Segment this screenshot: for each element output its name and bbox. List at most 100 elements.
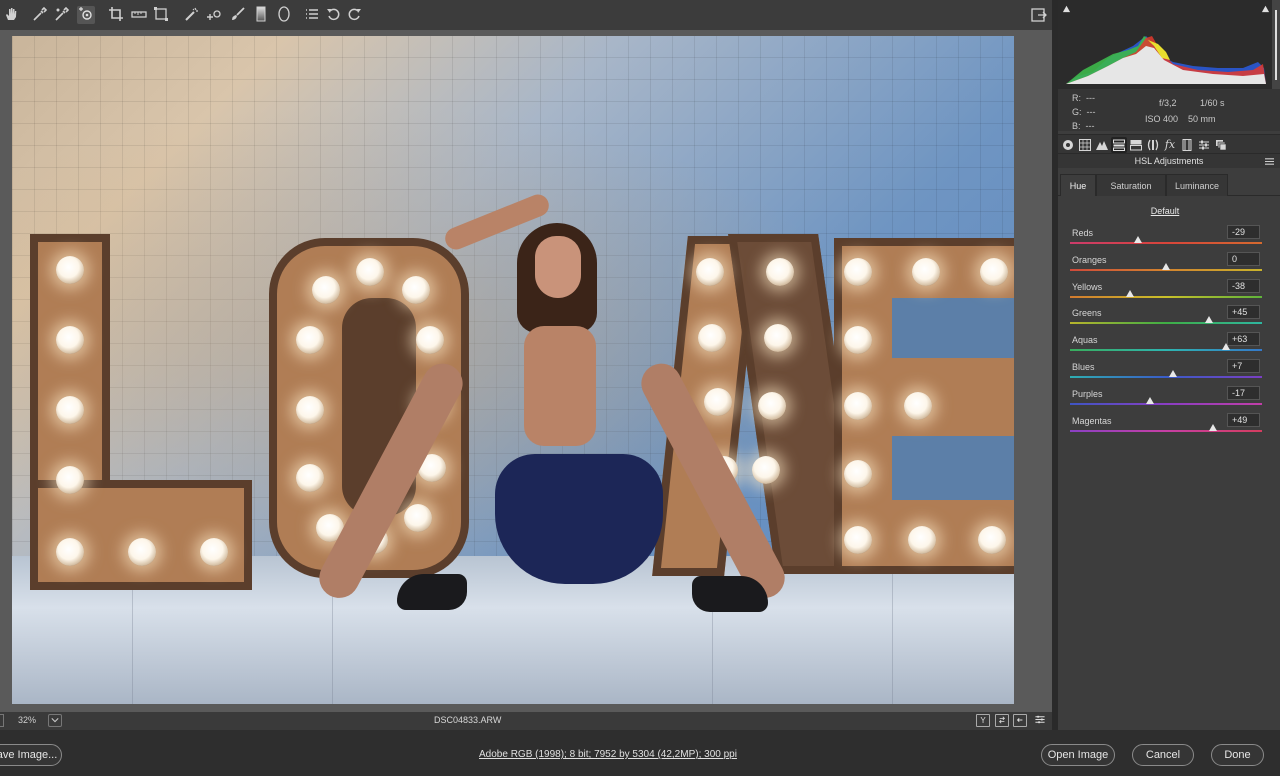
color-sampler-icon[interactable] <box>53 6 71 24</box>
zoom-level[interactable]: 32% <box>18 715 36 725</box>
bottom-bar: ave Image... Adobe RGB (1998); 8 bit; 79… <box>0 730 1280 776</box>
slider-value-input[interactable]: -29 <box>1227 225 1260 239</box>
tone-curve-icon[interactable] <box>1077 137 1093 153</box>
done-button[interactable]: Done <box>1211 744 1264 766</box>
g-readout: G: --- <box>1072 107 1096 117</box>
histogram-graph <box>1066 36 1266 84</box>
histogram-scroll-thumb[interactable] <box>1275 10 1277 80</box>
slider-label: Oranges <box>1072 254 1107 265</box>
radial-filter-icon[interactable] <box>275 6 293 24</box>
slider-value-input[interactable]: 0 <box>1227 251 1260 266</box>
r-readout: R: --- <box>1072 93 1096 103</box>
slider-thumb[interactable] <box>1205 316 1214 324</box>
slider-magentas: Magentas +49 <box>1058 412 1280 443</box>
slider-track[interactable] <box>1070 322 1262 325</box>
rotate-clockwise-icon[interactable] <box>345 6 363 24</box>
crop-icon[interactable] <box>107 6 125 24</box>
file-name: DSC04833.ARW <box>434 715 502 725</box>
presets-icon[interactable] <box>1196 137 1212 153</box>
copy-settings-icon[interactable] <box>1013 714 1027 727</box>
red-eye-icon[interactable] <box>205 6 223 24</box>
slider-label: Aquas <box>1072 335 1098 346</box>
hand-tool-icon[interactable] <box>2 6 20 24</box>
bulb <box>56 326 84 354</box>
hsl-panel-icon[interactable] <box>1111 137 1127 153</box>
targeted-adjustment-icon[interactable] <box>77 6 95 24</box>
model-dress <box>495 454 663 584</box>
slider-value-input[interactable]: +7 <box>1227 359 1260 373</box>
graduated-filter-icon[interactable] <box>252 6 270 24</box>
bulb <box>696 258 724 286</box>
tab-luminance[interactable]: Luminance <box>1166 174 1228 196</box>
slider-track[interactable] <box>1070 402 1262 405</box>
tab-saturation[interactable]: Saturation <box>1096 174 1166 196</box>
panel-menu-icon[interactable] <box>1265 157 1274 166</box>
spot-removal-icon[interactable] <box>183 6 201 24</box>
before-after-toggle-button[interactable]: Y <box>976 714 990 727</box>
bulb <box>56 538 84 566</box>
preview-preferences-icon[interactable] <box>1033 714 1047 727</box>
slider-value-input[interactable]: +45 <box>1227 305 1260 320</box>
image-canvas[interactable] <box>0 30 1052 712</box>
preferences-list-icon[interactable] <box>303 6 321 24</box>
slider-value-input[interactable]: -38 <box>1227 278 1260 293</box>
slider-thumb[interactable] <box>1145 396 1154 404</box>
letter-e-gap-bottom <box>892 436 1014 500</box>
slider-value-input[interactable]: -17 <box>1227 385 1260 400</box>
canvas-status-bar: 32% DSC04833.ARW Y <box>0 712 1052 730</box>
straighten-icon[interactable] <box>130 6 148 24</box>
slider-label: Reds <box>1072 228 1094 238</box>
bulb <box>56 256 84 284</box>
effects-fx-icon[interactable]: fx <box>1162 137 1178 153</box>
slider-label: Yellows <box>1072 281 1103 292</box>
detail-icon[interactable] <box>1094 137 1110 153</box>
open-image-button[interactable]: Open Image <box>1041 744 1115 766</box>
histogram-scrollbar[interactable] <box>1272 0 1280 89</box>
snapshots-icon[interactable] <box>1213 137 1229 153</box>
bulb <box>844 392 872 420</box>
white-balance-icon[interactable] <box>31 6 49 24</box>
slider-thumb[interactable] <box>1162 262 1170 270</box>
bulb <box>908 526 936 554</box>
focal-length: 50 mm <box>1188 114 1216 124</box>
slider-track[interactable] <box>1070 429 1262 432</box>
slider-thumb[interactable] <box>1209 423 1218 431</box>
slider-thumb[interactable] <box>1125 289 1134 297</box>
tab-hue[interactable]: Hue <box>1060 174 1096 196</box>
slider-label: Magentas <box>1072 415 1112 426</box>
rotate-counterclockwise-icon[interactable] <box>325 6 343 24</box>
slider-value-input[interactable]: +49 <box>1227 412 1260 427</box>
slider-track[interactable] <box>1070 295 1262 298</box>
slider-track[interactable] <box>1070 376 1262 378</box>
toggle-fullscreen-icon[interactable] <box>1031 7 1047 23</box>
bulb <box>844 526 872 554</box>
workflow-options-link[interactable]: Adobe RGB (1998); 8 bit; 7952 by 5304 (4… <box>479 749 737 760</box>
bulb <box>56 466 84 494</box>
floor-plank-line <box>892 556 893 704</box>
basic-panel-icon[interactable] <box>1060 137 1076 153</box>
slider-thumb[interactable] <box>1168 370 1177 377</box>
aperture: f/3,2 <box>1159 98 1177 108</box>
default-link[interactable]: Default <box>1058 206 1272 216</box>
slider-thumb[interactable] <box>1134 236 1143 243</box>
split-toning-icon[interactable] <box>1128 137 1144 153</box>
photo-preview[interactable] <box>12 36 1014 704</box>
right-panel: R: --- G: --- B: --- f/3,2 1/60 s ISO 40… <box>1058 0 1280 730</box>
slider-label: Greens <box>1072 308 1102 319</box>
slider-value-input[interactable]: +63 <box>1227 332 1260 347</box>
lens-corrections-icon[interactable] <box>1145 137 1161 153</box>
swap-settings-icon[interactable] <box>995 714 1009 727</box>
model-shoe-left <box>397 574 467 610</box>
slider-thumb[interactable] <box>1222 343 1231 351</box>
camera-calibration-icon[interactable] <box>1179 137 1195 153</box>
bulb <box>312 276 340 304</box>
transform-icon[interactable] <box>152 6 170 24</box>
slider-track[interactable] <box>1070 242 1262 244</box>
slider-track[interactable] <box>1070 349 1262 352</box>
cancel-button[interactable]: Cancel <box>1132 744 1194 766</box>
save-image-button[interactable]: ave Image... <box>0 744 62 766</box>
bulb <box>912 258 940 286</box>
zoom-dropdown-button[interactable] <box>48 714 62 727</box>
zoom-out-button[interactable] <box>0 714 4 727</box>
adjustment-brush-icon[interactable] <box>229 6 247 24</box>
